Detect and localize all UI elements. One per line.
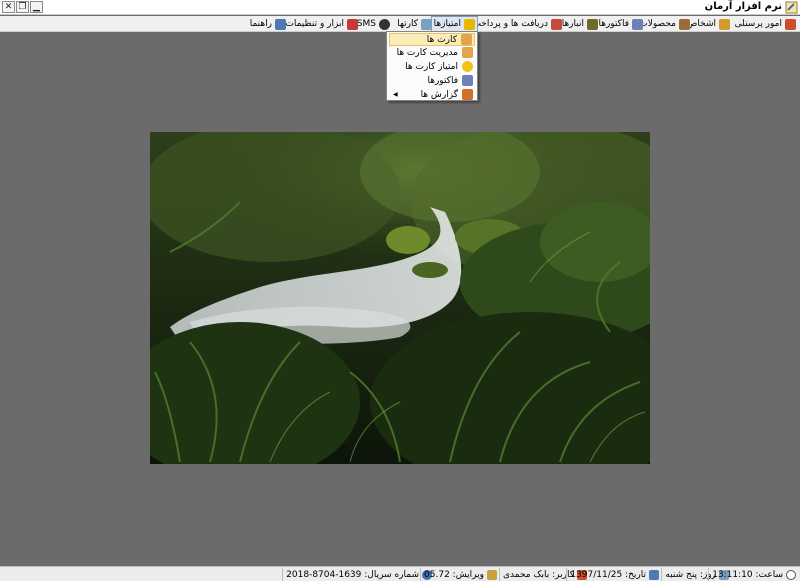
points-dropdown-menu: کارت ها مدیریت کارت ها امتیاز کارت ها فا…: [386, 31, 478, 101]
menu-points[interactable]: امتیازها: [430, 16, 478, 32]
dropdown-item-reports[interactable]: ◀ گزارش ها: [389, 88, 475, 101]
status-bar: شماره سریال: 1639-8704-2018 ویرایش: 05.7…: [0, 566, 800, 581]
box-icon: [679, 18, 690, 30]
dropdown-item-label: مدیریت کارت ها: [396, 47, 458, 58]
people-icon: [719, 18, 730, 30]
dropdown-item-card-management[interactable]: مدیریت کارت ها: [389, 46, 475, 59]
dropdown-item-cards[interactable]: کارت ها: [389, 33, 475, 46]
menu-label: راهنما: [249, 19, 272, 29]
user-text: کاربر: بابک محمدی: [502, 569, 574, 580]
menu-bar: امور پرسنلی اشخاص محصولات فاکتورها انبار…: [0, 16, 800, 32]
status-serial: شماره سریال: 1639-8704-2018: [282, 568, 435, 581]
tools-icon: [347, 18, 358, 30]
dropdown-item-label: کارت ها: [426, 34, 457, 45]
close-button[interactable]: ✕: [2, 1, 15, 13]
staff-icon: [785, 18, 796, 30]
calendar-icon: [649, 569, 659, 580]
dropdown-item-label: امتیاز کارت ها: [405, 61, 458, 72]
title-bar: نرم افزار آرمان ✕ ❐ ▁: [0, 0, 800, 15]
edit-icon: [487, 569, 497, 580]
time-text: ساعت: 13:11:10: [712, 569, 783, 580]
background-photo: [150, 132, 650, 464]
card-manage-icon: [462, 47, 473, 58]
serial-text: شماره سریال: 1639-8704-2018: [286, 569, 419, 580]
card-icon: [461, 34, 472, 45]
menu-label: ابزار و تنظیمات: [285, 19, 344, 29]
date-text: تاریخ: 1397/11/25: [570, 569, 646, 580]
version-text: ویرایش: 05.72: [424, 569, 484, 580]
invoice-icon: [632, 18, 643, 30]
dropdown-item-invoices[interactable]: فاکتورها: [389, 74, 475, 87]
minimize-button[interactable]: ▁: [30, 1, 43, 13]
submenu-arrow-icon: ◀: [393, 91, 398, 98]
sms-icon: [379, 18, 390, 30]
app-icon: [785, 1, 798, 14]
menu-products[interactable]: محصولات: [637, 17, 692, 31]
menu-label: انبارها: [561, 19, 584, 29]
status-version: ویرایش: 05.72: [420, 568, 500, 581]
status-time: ساعت: 13:11:10: [708, 568, 799, 581]
dropdown-item-label: فاکتورها: [427, 75, 458, 86]
dropdown-item-card-points[interactable]: امتیاز کارت ها: [389, 60, 475, 73]
star-icon: [462, 61, 473, 72]
menu-label: فاکتورها: [598, 19, 629, 29]
menu-invoices[interactable]: فاکتورها: [596, 17, 645, 31]
help-icon: [275, 18, 286, 30]
menu-cards[interactable]: کارتها: [395, 17, 434, 31]
clock-icon: [786, 569, 796, 580]
menu-warehouses[interactable]: انبارها: [560, 17, 600, 31]
star-icon: [464, 18, 475, 30]
cards-icon: [421, 18, 432, 30]
report-chart-icon: [462, 89, 473, 100]
warehouse-icon: [587, 18, 598, 30]
payment-icon: [551, 18, 562, 30]
menu-sms[interactable]: SMS: [355, 17, 392, 31]
menu-label: امور پرسنلی: [734, 19, 782, 29]
window-title: نرم افزار آرمان: [704, 1, 782, 12]
menu-personnel[interactable]: امور پرسنلی: [733, 17, 798, 31]
menu-label: کارتها: [397, 19, 418, 29]
menu-help[interactable]: راهنما: [248, 17, 288, 31]
menu-label: امتیازها: [433, 19, 461, 29]
menu-tools[interactable]: ابزار و تنظیمات: [283, 17, 360, 31]
restore-button[interactable]: ❐: [16, 1, 29, 13]
status-date: تاریخ: 1397/11/25: [566, 568, 662, 581]
dropdown-item-label: گزارش ها: [420, 89, 458, 100]
invoice-icon: [462, 75, 473, 86]
